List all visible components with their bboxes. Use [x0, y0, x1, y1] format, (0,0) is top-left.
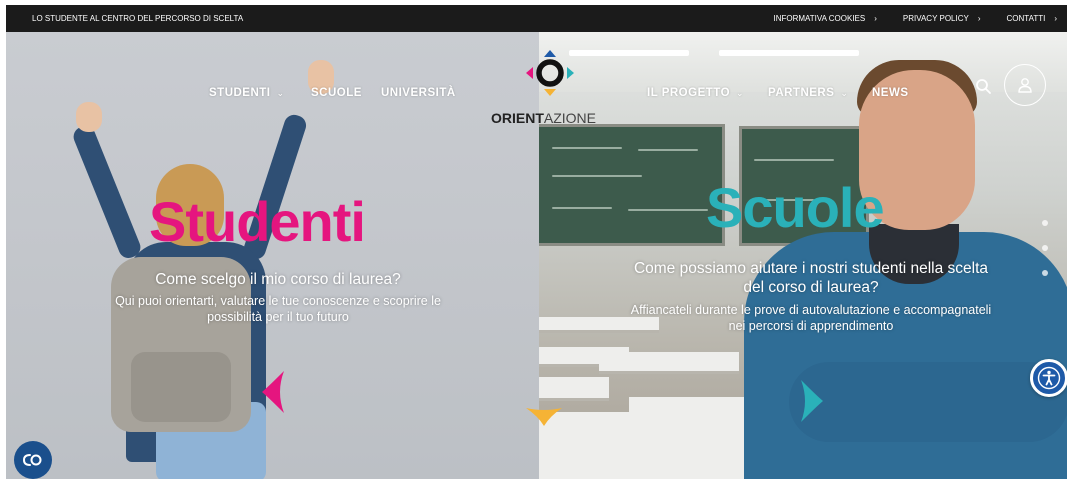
- students-description: Qui puoi orientarti, valutare le tue con…: [78, 293, 478, 325]
- search-button[interactable]: [974, 77, 994, 97]
- nav-item-universita[interactable]: UNIVERSITÀ: [381, 87, 456, 99]
- chevron-right-icon: ›: [1054, 14, 1057, 23]
- top-links: INFORMATIVA COOKIES › PRIVACY POLICY › CON…: [774, 14, 1058, 23]
- scroll-down-arrow-icon[interactable]: [526, 408, 562, 426]
- user-account-button[interactable]: [1004, 64, 1046, 106]
- slider-dot[interactable]: [1042, 220, 1048, 226]
- schools-question: Come possiamo aiutare i nostri studenti …: [601, 259, 1021, 297]
- nav-item-studenti[interactable]: STUDENTI ⌄: [209, 87, 285, 99]
- nav-item-label: IL PROGETTO: [647, 87, 731, 99]
- schools-headline: Scuole: [706, 176, 885, 239]
- slider-dots: [1042, 220, 1048, 276]
- slider-dot[interactable]: [1042, 270, 1048, 276]
- chevron-down-icon: ⌄: [840, 87, 849, 98]
- search-icon: [976, 79, 991, 94]
- logo-mark-icon: [526, 50, 574, 96]
- page-frame: LO STUDENTE AL CENTRO DEL PERCORSO DI SC…: [6, 5, 1067, 479]
- nav-item-label: NEWS: [872, 87, 909, 99]
- nav-item-il-progetto[interactable]: IL PROGETTO ⌄: [647, 87, 744, 99]
- students-description-line: possibilità per il tuo futuro: [207, 310, 349, 324]
- nav-item-news[interactable]: NEWS: [872, 87, 909, 99]
- nav-item-scuole[interactable]: SCUOLE: [311, 87, 362, 99]
- nav-item-label: UNIVERSITÀ: [381, 87, 456, 99]
- schools-arrow-icon[interactable]: [801, 380, 823, 422]
- privacy-link-label: PRIVACY POLICY: [902, 14, 969, 23]
- nav-item-label: PARTNERS: [768, 87, 835, 99]
- cookies-link[interactable]: INFORMATIVA COOKIES ›: [774, 14, 877, 23]
- logo-wordmark: ORIENTAZIONE: [491, 110, 596, 126]
- students-description-line: Qui puoi orientarti, valutare le tue con…: [115, 294, 441, 308]
- logo-bold: ORIENT: [491, 110, 544, 126]
- students-headline: Studenti: [149, 190, 366, 253]
- hero-image-part: [539, 124, 725, 246]
- students-question: Come scelgo il mio corso di laurea?: [155, 271, 401, 288]
- nav-item-label: SCUOLE: [311, 87, 362, 99]
- cookies-link-label: INFORMATIVA COOKIES: [773, 14, 866, 23]
- contacts-link-label: CONTATTI: [1006, 14, 1046, 23]
- slider-dot[interactable]: [1042, 245, 1048, 251]
- privacy-link[interactable]: PRIVACY POLICY ›: [903, 14, 981, 23]
- hero-image-part: [76, 102, 102, 132]
- top-tagline: LO STUDENTE AL CENTRO DEL PERCORSO DI SC…: [32, 14, 244, 23]
- hero-image-part: [789, 362, 1067, 442]
- hero-image-part: [539, 377, 609, 401]
- accessibility-icon: [1037, 366, 1061, 390]
- nav-item-partners[interactable]: PARTNERS ⌄: [768, 87, 848, 99]
- chat-button[interactable]: [14, 441, 52, 479]
- nav-item-label: STUDENTI: [209, 87, 271, 99]
- site-logo[interactable]: ORIENTAZIONE: [491, 50, 611, 128]
- schools-question-line: Come possiamo aiutare i nostri studenti …: [633, 260, 989, 277]
- top-bar: LO STUDENTE AL CENTRO DEL PERCORSO DI SC…: [6, 5, 1067, 32]
- hero-image-part: [131, 352, 231, 422]
- students-arrow-icon[interactable]: [262, 371, 284, 413]
- chat-icon: [22, 454, 42, 466]
- chevron-right-icon: ›: [977, 14, 981, 23]
- chevron-down-icon: ⌄: [736, 87, 745, 98]
- chevron-down-icon: ⌄: [276, 87, 285, 98]
- schools-description: Affiancateli durante le prove di autoval…: [596, 302, 1026, 334]
- logo-light: AZIONE: [543, 110, 597, 126]
- schools-description-line: nei percorsi di apprendimento: [728, 319, 894, 333]
- hero-image-part: [629, 397, 749, 479]
- hero-image-part: [599, 352, 739, 374]
- schools-description-line: Affiancateli durante le prove di autoval…: [630, 303, 992, 317]
- schools-question-line: del corso di laurea?: [743, 279, 879, 296]
- hero-image-part: [70, 122, 144, 262]
- accessibility-button[interactable]: [1030, 359, 1067, 397]
- contacts-link[interactable]: CONTATTI ›: [1007, 14, 1057, 23]
- chevron-right-icon: ›: [874, 14, 877, 23]
- user-icon: [1018, 78, 1032, 93]
